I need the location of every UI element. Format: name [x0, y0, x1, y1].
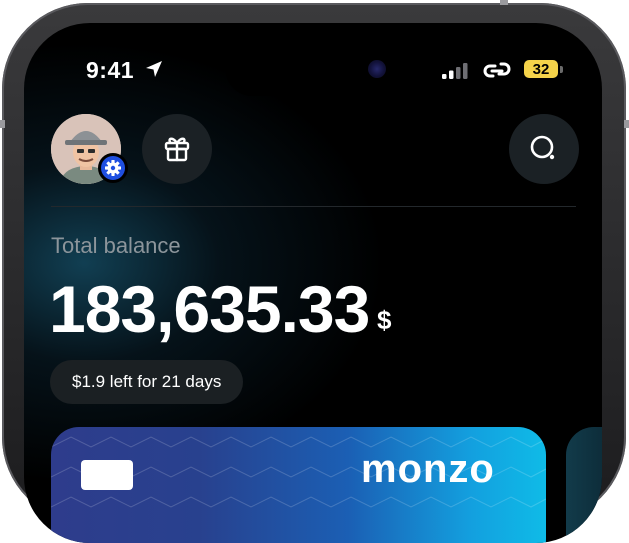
gift-button[interactable]: [142, 114, 212, 184]
battery-level: 32: [532, 61, 550, 78]
search-icon: [530, 135, 555, 160]
next-card-peek[interactable]: [566, 427, 602, 543]
side-button-marker-left: [0, 120, 5, 128]
battery-tip: [560, 66, 563, 73]
card-brand: monzo: [361, 447, 495, 491]
settings-badge[interactable]: [98, 153, 128, 183]
battery-icon: 32: [524, 60, 558, 78]
location-arrow-icon: [146, 61, 162, 77]
search-button[interactable]: [509, 114, 579, 184]
front-camera-icon: [368, 60, 386, 78]
cellular-signal-icon: [442, 63, 468, 79]
card-chip-icon: [81, 460, 133, 490]
link-icon: [483, 62, 511, 78]
balance-amount: 183,635.33: [49, 272, 370, 346]
gift-icon: [164, 137, 190, 162]
top-marker: [500, 0, 508, 5]
balance-label: Total balance: [51, 233, 181, 258]
status-time: 9:41: [86, 57, 135, 83]
budget-pill[interactable]: $1.9 left for 21 days: [50, 360, 244, 404]
app-screen: 9:41 32 Total balance 183,635.33 $ $1.9 …: [24, 23, 602, 543]
header-divider: [51, 206, 576, 207]
bank-card[interactable]: monzo: [51, 427, 546, 543]
side-button-marker-right: [624, 120, 629, 128]
gear-icon: [105, 160, 121, 176]
balance-currency: $: [377, 305, 392, 335]
